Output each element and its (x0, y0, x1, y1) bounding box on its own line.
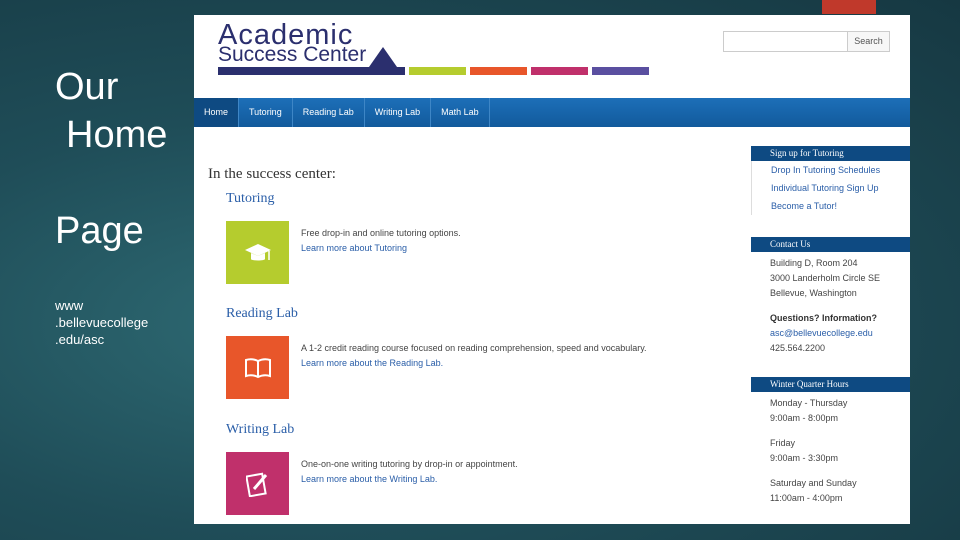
url-line2: .bellevuecollege (55, 315, 149, 330)
service-desc-writing-lab: One-on-one writing tutoring by drop-in o… (301, 459, 518, 469)
contact-building: Building D, Room 204 (770, 258, 858, 268)
hours-days-3: Saturday and Sunday (770, 478, 857, 488)
accent-tab (822, 0, 876, 14)
logo-success-center[interactable]: Success Center (218, 43, 366, 67)
section-heading: In the success center: (208, 166, 336, 182)
service-desc-reading-lab: A 1-2 credit reading course focused on r… (301, 343, 647, 353)
search-field[interactable]: Search (723, 31, 890, 52)
hours-days-1: Monday - Thursday (770, 398, 848, 408)
brand-bar-magenta (531, 67, 588, 75)
service-link-writing-lab[interactable]: Learn more about the Writing Lab. (301, 472, 437, 487)
hours-block: Monday - Thursday 9:00am - 8:00pm Friday… (751, 392, 910, 506)
sidebar-heading-contact: Contact Us (751, 237, 910, 252)
url-line3: .edu/asc (55, 332, 105, 347)
nav-home[interactable]: Home (194, 98, 240, 127)
book-icon[interactable] (226, 336, 289, 399)
logo-triangle-icon (369, 47, 397, 67)
slide-title-line1: Our (55, 66, 119, 108)
service-link-tutoring[interactable]: Learn more about Tutoring (301, 241, 407, 256)
hours-time-2: 9:00am - 3:30pm (770, 453, 839, 463)
sidebar-hours: Winter Quarter Hours Monday - Thursday 9… (751, 377, 910, 506)
slide-url: www .bellevuecollege .edu/asc (55, 297, 175, 348)
sidebar-contact: Contact Us Building D, Room 204 3000 Lan… (751, 237, 910, 356)
sidebar-link-become-tutor[interactable]: Become a Tutor! (752, 197, 910, 215)
contact-block: Building D, Room 204 3000 Landerholm Cir… (751, 252, 910, 356)
sidebar-heading-tutoring[interactable]: Sign up for Tutoring (751, 146, 910, 161)
nav-tutoring[interactable]: Tutoring (239, 98, 293, 127)
nav-writing-lab[interactable]: Writing Lab (365, 98, 432, 127)
brand-bar-purple (592, 67, 649, 75)
contact-email[interactable]: asc@bellevuecollege.edu (751, 326, 910, 341)
contact-street: 3000 Landerholm Circle SE (770, 273, 881, 283)
sidebar-heading-hours: Winter Quarter Hours (751, 377, 910, 392)
brand-bar-navy (218, 67, 405, 75)
service-link-reading-lab[interactable]: Learn more about the Reading Lab. (301, 356, 443, 371)
main-nav: Home Tutoring Reading Lab Writing Lab Ma… (194, 98, 910, 127)
contact-questions: Questions? Information? (770, 313, 877, 323)
service-title-reading-lab[interactable]: Reading Lab (226, 306, 298, 322)
sidebar-link-drop-in[interactable]: Drop In Tutoring Schedules (752, 161, 910, 179)
sidebar-tutoring-links: Drop In Tutoring Schedules Individual Tu… (751, 161, 910, 215)
sidebar-link-individual[interactable]: Individual Tutoring Sign Up (752, 179, 910, 197)
nav-reading-lab[interactable]: Reading Lab (293, 98, 365, 127)
contact-city: Bellevue, Washington (770, 288, 857, 298)
url-line1: www (55, 298, 84, 313)
contact-phone: 425.564.2200 (770, 343, 826, 353)
service-title-writing-lab[interactable]: Writing Lab (226, 422, 294, 438)
slide-title-line3: Page (55, 210, 144, 252)
search-button[interactable]: Search (847, 32, 889, 51)
website-screenshot: Academic Success Center Search Home Tuto… (194, 15, 910, 524)
hours-time-3: 11:00am - 4:00pm (770, 493, 843, 503)
nav-math-lab[interactable]: Math Lab (431, 98, 490, 127)
service-title-tutoring[interactable]: Tutoring (226, 191, 275, 207)
brand-bar-orange (470, 67, 527, 75)
graduation-cap-icon[interactable] (226, 221, 289, 284)
sidebar-tutoring: Sign up for Tutoring Drop In Tutoring Sc… (751, 146, 910, 215)
brand-bar-green (409, 67, 466, 75)
slide-title-line2: Home (66, 114, 168, 156)
hours-days-2: Friday (770, 438, 796, 448)
pencil-paper-icon[interactable] (226, 452, 289, 515)
hours-time-1: 9:00am - 8:00pm (770, 413, 839, 423)
service-desc-tutoring: Free drop-in and online tutoring options… (301, 228, 461, 238)
